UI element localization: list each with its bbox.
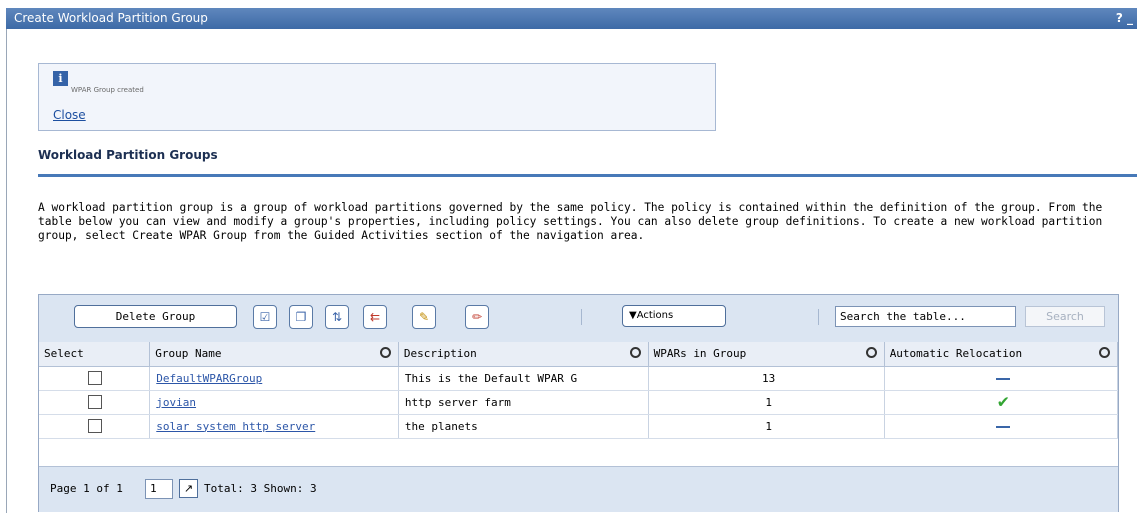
column-header-relocation[interactable]: Automatic Relocation bbox=[884, 342, 1119, 367]
relocation-cell bbox=[884, 414, 1119, 439]
table-row: DefaultWPARGroup This is the Default WPA… bbox=[39, 366, 1119, 391]
info-icon: i bbox=[53, 71, 68, 86]
sort-icon[interactable] bbox=[379, 347, 391, 358]
deselect-all-icon[interactable]: ❐ bbox=[289, 305, 313, 329]
select-all-icon[interactable]: ☑ bbox=[253, 305, 277, 329]
table-row: jovian http server farm 1 ✔ bbox=[39, 390, 1119, 415]
total-count: Total: 3 Shown: 3 bbox=[204, 482, 317, 495]
delete-group-button[interactable]: Delete Group bbox=[74, 305, 237, 328]
page-label: Page 1 of 1 bbox=[50, 482, 123, 495]
select-cell bbox=[39, 390, 151, 415]
message-box: i WPAR Group created Close bbox=[38, 63, 716, 131]
groups-table-panel: Delete Group ☑ ❐ ⇅ ⇇ ✎ ✏ ▼Actions Search… bbox=[38, 294, 1119, 512]
edit-sort-icon[interactable]: ✎ bbox=[412, 305, 436, 329]
group-name-link[interactable]: jovian bbox=[156, 396, 196, 409]
row-checkbox[interactable] bbox=[88, 395, 102, 409]
table-pager: Page 1 of 1 1 ↗ Total: 3 Shown: 3 bbox=[39, 466, 1118, 512]
column-header-label: Description bbox=[403, 347, 477, 361]
table-row: solar system http server the planets 1 bbox=[39, 414, 1119, 439]
group-name-link[interactable]: DefaultWPARGroup bbox=[156, 372, 262, 385]
group-name-link[interactable]: solar system http server bbox=[156, 420, 315, 433]
column-header-label: WPARs in Group bbox=[653, 347, 747, 361]
sort-icon[interactable] bbox=[1099, 347, 1110, 358]
column-header-wpars[interactable]: WPARs in Group bbox=[648, 342, 885, 367]
wpars-cell: 1 bbox=[648, 390, 885, 415]
description-cell: the planets bbox=[398, 414, 649, 439]
wpars-cell: 13 bbox=[648, 366, 885, 391]
wpars-cell: 1 bbox=[648, 414, 885, 439]
search-input[interactable]: Search the table... bbox=[835, 306, 1016, 327]
select-cell bbox=[39, 366, 151, 391]
page-number-input[interactable]: 1 bbox=[145, 479, 173, 499]
description-cell: This is the Default WPAR G bbox=[398, 366, 649, 391]
select-cell bbox=[39, 414, 151, 439]
relocation-cell: ✔ bbox=[884, 390, 1119, 415]
column-header-label: Group Name bbox=[155, 347, 222, 361]
dash-icon bbox=[996, 377, 1011, 380]
group-name-cell: DefaultWPARGroup bbox=[149, 366, 399, 391]
row-checkbox[interactable] bbox=[88, 371, 102, 385]
toolbar-separator bbox=[818, 309, 819, 325]
clear-sort-icon[interactable]: ✏ bbox=[465, 305, 489, 329]
go-page-icon[interactable]: ↗ bbox=[179, 479, 198, 498]
column-header-select: Select bbox=[39, 342, 151, 367]
sort-icon[interactable] bbox=[865, 347, 877, 358]
groups-table: Select Group Name Description WPARs in G… bbox=[39, 342, 1119, 439]
section-divider bbox=[38, 174, 1137, 177]
dash-icon bbox=[996, 425, 1011, 428]
help-minimize-icons[interactable]: ? _ bbox=[1116, 8, 1133, 29]
row-checkbox[interactable] bbox=[88, 419, 102, 433]
description-cell: http server farm bbox=[398, 390, 649, 415]
relocation-cell bbox=[884, 366, 1119, 391]
page-description: A workload partition group is a group of… bbox=[38, 201, 1109, 242]
show-filter-icon[interactable]: ⇅ bbox=[325, 305, 349, 329]
column-header-label: Automatic Relocation bbox=[889, 347, 1023, 361]
group-name-cell: solar system http server bbox=[149, 414, 399, 439]
message-text: WPAR Group created bbox=[71, 86, 144, 94]
column-header-description[interactable]: Description bbox=[398, 342, 649, 367]
page-border bbox=[6, 29, 7, 513]
window-title: Create Workload Partition Group bbox=[14, 11, 208, 25]
toolbar-separator bbox=[581, 309, 582, 325]
group-name-cell: jovian bbox=[149, 390, 399, 415]
search-button[interactable]: Search bbox=[1025, 306, 1105, 327]
table-toolbar: Delete Group ☑ ❐ ⇅ ⇇ ✎ ✏ ▼Actions Search… bbox=[39, 295, 1118, 342]
window-titlebar: Create Workload Partition Group ? _ bbox=[6, 8, 1137, 29]
column-header-group-name[interactable]: Group Name bbox=[149, 342, 399, 367]
sort-icon[interactable] bbox=[629, 347, 641, 358]
close-link[interactable]: Close bbox=[53, 108, 86, 122]
checkmark-icon: ✔ bbox=[997, 391, 1009, 412]
clear-filter-icon[interactable]: ⇇ bbox=[363, 305, 387, 329]
actions-dropdown[interactable]: ▼Actions bbox=[622, 305, 726, 327]
table-header-row: Select Group Name Description WPARs in G… bbox=[39, 342, 1119, 367]
page-title: Workload Partition Groups bbox=[38, 148, 218, 162]
